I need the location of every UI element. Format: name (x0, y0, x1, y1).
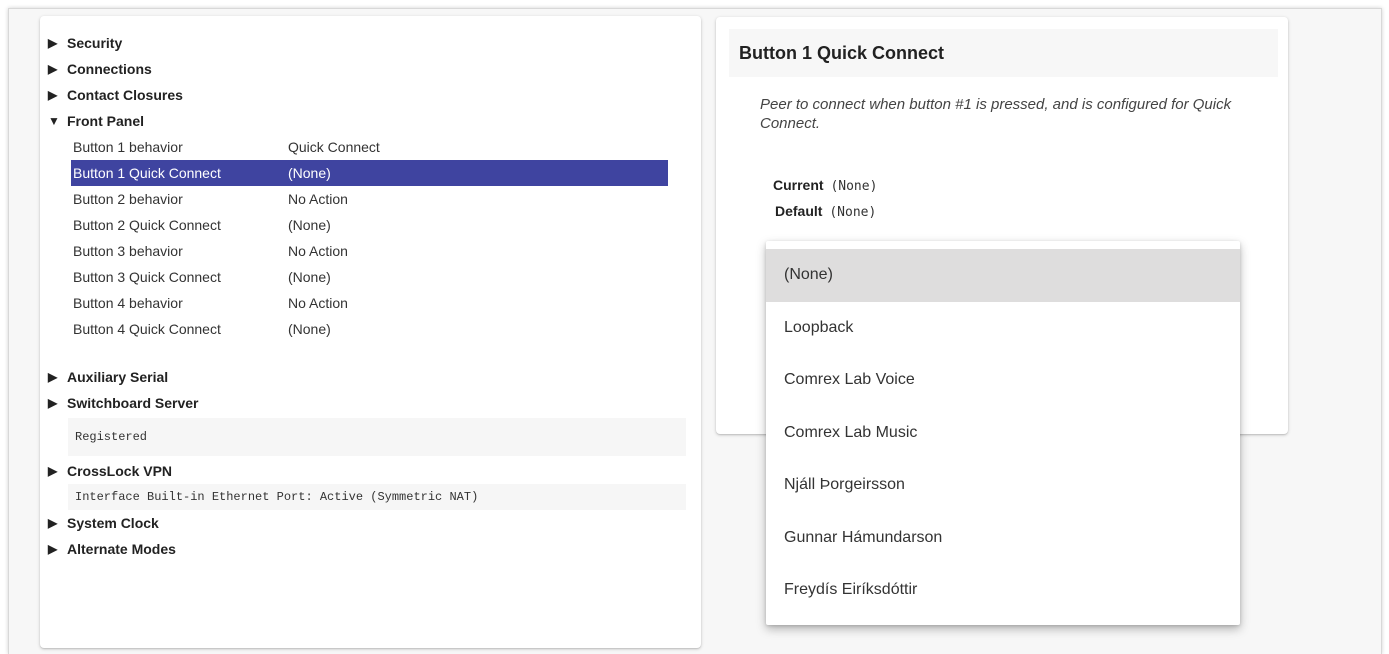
setting-row-button-1-behavior[interactable]: Button 1 behavior Quick Connect (73, 134, 668, 160)
section-label: Alternate Modes (67, 541, 176, 557)
section-label: Contact Closures (67, 87, 183, 103)
detail-title: Button 1 Quick Connect (729, 29, 1278, 77)
setting-label: Button 3 Quick Connect (73, 269, 221, 285)
expand-arrow-icon: ▶ (48, 370, 58, 384)
section-label: CrossLock VPN (67, 463, 173, 479)
section-auxiliary-serial[interactable]: ▶ Auxiliary Serial (48, 364, 688, 390)
setting-label: Button 2 behavior (73, 191, 183, 207)
collapse-arrow-icon: ▼ (48, 114, 60, 128)
section-security[interactable]: ▶ Security (48, 30, 688, 56)
current-value-line: Current (None) (773, 177, 877, 194)
crosslock-status: Interface Built-in Ethernet Port: Active… (75, 490, 479, 504)
setting-label: Button 3 behavior (73, 243, 183, 259)
section-switchboard-server[interactable]: ▶ Switchboard Server (48, 390, 688, 416)
settings-tree: ▶ Security ▶ Connections ▶ Contact Closu… (48, 30, 688, 562)
dropdown-option[interactable]: Comrex Lab Voice (766, 354, 1240, 407)
setting-value: Quick Connect (288, 139, 380, 155)
setting-label: Button 1 behavior (73, 139, 183, 155)
section-alternate-modes[interactable]: ▶ Alternate Modes (48, 536, 688, 562)
current-value: (None) (830, 179, 878, 194)
setting-value: No Action (288, 243, 348, 259)
setting-value: No Action (288, 295, 348, 311)
section-contact-closures[interactable]: ▶ Contact Closures (48, 82, 688, 108)
default-label: Default (775, 203, 823, 219)
section-front-panel[interactable]: ▼ Front Panel (48, 108, 688, 134)
dropdown-option[interactable]: Gunnar Hámundarson (766, 512, 1240, 565)
setting-label: Button 1 Quick Connect (73, 165, 221, 181)
setting-row-button-3-quick-connect[interactable]: Button 3 Quick Connect (None) (73, 264, 668, 290)
setting-value: (None) (288, 217, 331, 233)
section-label: Front Panel (67, 113, 145, 129)
section-connections[interactable]: ▶ Connections (48, 56, 688, 82)
section-label: Security (67, 35, 123, 51)
crosslock-status-box: Interface Built-in Ethernet Port: Active… (68, 484, 686, 510)
dropdown-option[interactable]: Njáll Þorgeirsson (766, 459, 1240, 512)
expand-arrow-icon: ▶ (48, 396, 58, 410)
dropdown-option[interactable]: (None) (766, 249, 1240, 302)
setting-value: (None) (288, 269, 331, 285)
setting-row-button-3-behavior[interactable]: Button 3 behavior No Action (73, 238, 668, 264)
expand-arrow-icon: ▶ (48, 516, 58, 530)
setting-label: Button 2 Quick Connect (73, 217, 221, 233)
section-label: System Clock (67, 515, 159, 531)
setting-label: Button 4 behavior (73, 295, 183, 311)
dropdown-option[interactable]: Freydís Eiríksdóttir (766, 564, 1240, 617)
section-label: Auxiliary Serial (67, 369, 169, 385)
setting-row-button-4-behavior[interactable]: Button 4 behavior No Action (73, 290, 668, 316)
section-label: Connections (67, 61, 152, 77)
switchboard-status-box: Registered (68, 418, 686, 456)
setting-row-button-2-behavior[interactable]: Button 2 behavior No Action (73, 186, 668, 212)
setting-row-button-4-quick-connect[interactable]: Button 4 Quick Connect (None) (73, 316, 668, 342)
section-label: Switchboard Server (67, 395, 199, 411)
expand-arrow-icon: ▶ (48, 88, 58, 102)
default-value: (None) (829, 205, 877, 220)
setting-value: (None) (288, 165, 331, 181)
setting-value: No Action (288, 191, 348, 207)
default-value-line: Default (None) (775, 203, 876, 220)
switchboard-status: Registered (75, 430, 148, 444)
detail-description: Peer to connect when button #1 is presse… (760, 96, 1232, 132)
current-label: Current (773, 177, 824, 193)
expand-arrow-icon: ▶ (48, 464, 58, 478)
dropdown-option[interactable]: Loopback (766, 302, 1240, 355)
section-system-clock[interactable]: ▶ System Clock (48, 510, 688, 536)
section-crosslock-vpn[interactable]: ▶ CrossLock VPN (48, 458, 688, 484)
setting-row-button-2-quick-connect[interactable]: Button 2 Quick Connect (None) (73, 212, 668, 238)
front-panel-rows: Button 1 behavior Quick Connect Button 1… (48, 134, 688, 342)
setting-label: Button 4 Quick Connect (73, 321, 221, 337)
settings-tree-card: ▶ Security ▶ Connections ▶ Contact Closu… (40, 16, 701, 648)
setting-row-button-1-quick-connect[interactable]: Button 1 Quick Connect (None) (71, 160, 668, 186)
expand-arrow-icon: ▶ (48, 542, 58, 556)
dropdown-option[interactable]: Comrex Lab Music (766, 407, 1240, 460)
expand-arrow-icon: ▶ (48, 62, 58, 76)
quick-connect-dropdown-menu: (None) Loopback Comrex Lab Voice Comrex … (766, 241, 1240, 625)
setting-value: (None) (288, 321, 331, 337)
expand-arrow-icon: ▶ (48, 36, 58, 50)
